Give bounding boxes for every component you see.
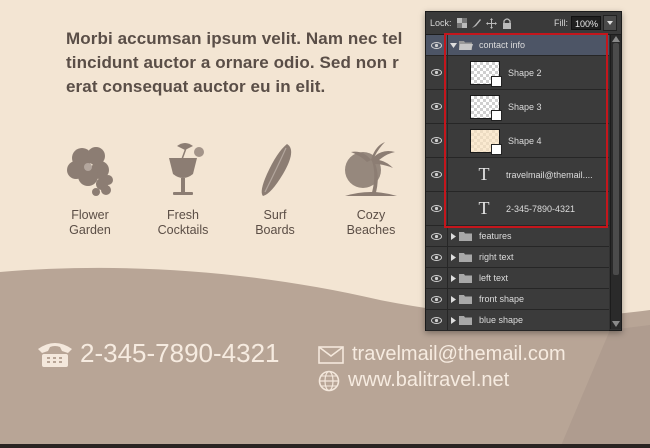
layers-panel[interactable]: Lock: Fill: 100% contact info Shape 2 Sh… (425, 11, 622, 331)
layer-text-email[interactable]: T travelmail@themail.... (426, 158, 609, 192)
scroll-down-icon[interactable] (612, 321, 620, 327)
folder-icon (458, 231, 474, 242)
shape-thumbnail (470, 94, 502, 121)
layer-group-left-text[interactable]: left text (426, 268, 609, 289)
palm-trees-icon (345, 142, 397, 196)
visibility-eye-icon[interactable] (426, 158, 448, 191)
lock-toolbar: Lock: Fill: 100% (426, 12, 621, 35)
lock-all-icon[interactable] (501, 17, 513, 29)
bottom-border (0, 444, 650, 448)
surfboard-icon (261, 144, 292, 196)
layer-group-blue-shape[interactable]: blue shape (426, 310, 609, 331)
visibility-eye-icon[interactable] (426, 268, 448, 288)
feature-label-surf: Surf Boards (230, 208, 320, 238)
chevron-down-icon (607, 21, 613, 25)
layer-shape-3[interactable]: Shape 3 (426, 90, 609, 124)
visibility-eye-icon[interactable] (426, 226, 448, 246)
feature-label-flower: Flower Garden (45, 208, 135, 238)
layer-group-right-text[interactable]: right text (426, 247, 609, 268)
layer-group-contact-info[interactable]: contact info (426, 35, 609, 56)
layer-name: right text (479, 252, 514, 262)
scrollbar-thumb[interactable] (613, 43, 619, 275)
fill-label: Fill: (554, 18, 568, 28)
vector-mask-icon (491, 75, 502, 87)
envelope-icon (318, 345, 344, 364)
email-text: travelmail@themail.com (352, 343, 566, 365)
layers-scrollbar[interactable] (610, 35, 621, 329)
folder-icon (458, 273, 474, 284)
phone-number-text: 2-345-7890-4321 (80, 338, 280, 368)
visibility-eye-icon[interactable] (426, 289, 448, 309)
visibility-eye-icon[interactable] (426, 247, 448, 267)
layer-name: Shape 4 (508, 135, 542, 146)
lock-transparent-pixels-icon[interactable] (456, 17, 468, 29)
layer-name: left text (479, 273, 509, 283)
fill-dropdown-button[interactable] (603, 15, 617, 31)
visibility-eye-icon[interactable] (426, 192, 448, 225)
feature-label-cocktails: Fresh Cocktails (138, 208, 228, 238)
expand-triangle-open-icon[interactable] (448, 42, 458, 48)
visibility-eye-icon[interactable] (426, 310, 448, 330)
layer-group-features[interactable]: features (426, 226, 609, 247)
feature-label-cocktails-line1: Fresh (167, 208, 199, 222)
layers-list: contact info Shape 2 Shape 3 Shape 4 T t… (426, 35, 609, 331)
layer-name: front shape (479, 294, 525, 304)
expand-triangle-closed-icon[interactable] (448, 295, 458, 303)
layer-name: contact info (479, 40, 526, 50)
lock-image-pixels-icon[interactable] (471, 17, 483, 29)
folder-icon (458, 315, 474, 326)
folder-icon (458, 294, 474, 305)
feature-fresh-cocktails: Fresh Cocktails (138, 140, 228, 238)
open-folder-icon (458, 40, 474, 51)
lock-label: Lock: (430, 18, 452, 28)
feature-surf-boards: Surf Boards (230, 140, 320, 238)
expand-triangle-closed-icon[interactable] (448, 253, 458, 261)
feature-label-surf-line1: Surf (263, 208, 287, 222)
contact-email: travelmail@themail.com (318, 343, 566, 366)
feature-label-surf-line2: Boards (255, 223, 295, 237)
text-layer-icon: T (478, 198, 490, 218)
feature-label-beaches: Cozy Beaches (326, 208, 416, 238)
visibility-eye-icon[interactable] (426, 35, 448, 55)
feature-label-flower-line2: Garden (69, 223, 111, 237)
layer-shape-2[interactable]: Shape 2 (426, 56, 609, 90)
website-text: www.balitravel.net (348, 369, 510, 391)
layer-group-front-shape[interactable]: front shape (426, 289, 609, 310)
feature-cozy-beaches: Cozy Beaches (326, 140, 416, 238)
shape-thumbnail (470, 60, 502, 87)
expand-triangle-closed-icon[interactable] (448, 274, 458, 282)
vector-mask-icon (491, 109, 502, 121)
visibility-eye-icon[interactable] (426, 56, 448, 89)
feature-label-cocktails-line2: Cocktails (157, 223, 209, 237)
feature-label-beaches-line1: Cozy (356, 208, 386, 222)
cocktail-glass-icon (169, 143, 204, 195)
contact-website: www.balitravel.net (318, 369, 509, 392)
shape-thumbnail (470, 128, 502, 155)
layer-name: 2-345-7890-4321 (506, 203, 576, 214)
contact-phone: 2-345-7890-4321 (36, 338, 280, 369)
layer-name: Shape 3 (508, 101, 542, 112)
globe-icon (318, 370, 340, 391)
feature-label-beaches-line2: Beaches (346, 223, 396, 237)
hibiscus-flower-icon (67, 147, 113, 196)
feature-label-flower-line1: Flower (71, 208, 109, 222)
visibility-eye-icon[interactable] (426, 124, 448, 157)
layer-name: travelmail@themail.... (506, 169, 593, 180)
layer-shape-4[interactable]: Shape 4 (426, 124, 609, 158)
folder-icon (458, 252, 474, 263)
layer-name: features (479, 231, 512, 241)
layer-name: blue shape (479, 315, 524, 325)
fill-opacity-input[interactable]: 100% (571, 16, 601, 30)
scroll-up-icon[interactable] (612, 36, 620, 42)
text-layer-icon: T (478, 164, 490, 184)
expand-triangle-closed-icon[interactable] (448, 316, 458, 324)
telephone-icon (38, 342, 72, 367)
layer-name: Shape 2 (508, 67, 542, 78)
layer-text-phone[interactable]: T 2-345-7890-4321 (426, 192, 609, 226)
visibility-eye-icon[interactable] (426, 90, 448, 123)
lock-position-icon[interactable] (486, 17, 498, 29)
expand-triangle-closed-icon[interactable] (448, 232, 458, 240)
feature-flower-garden: Flower Garden (45, 140, 135, 238)
vector-mask-icon (491, 143, 502, 155)
